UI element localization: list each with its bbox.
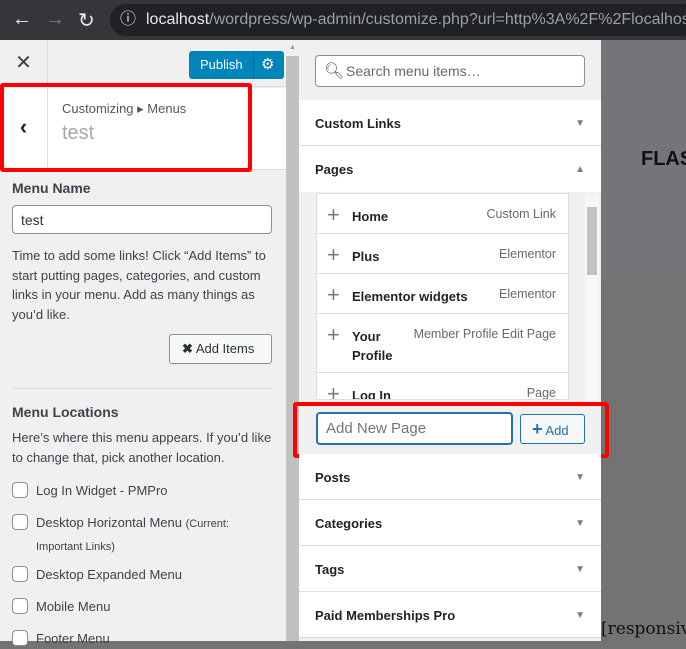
caret-down-icon: ▼ [575,564,585,575]
caret-down-icon: ▼ [575,472,585,483]
location-checkbox[interactable] [12,482,28,498]
browser-toolbar: ← → ↻ ⓘ localhost/wordpress/wp-admin/cust… [0,0,686,40]
location-checkbox[interactable] [12,566,28,582]
divider [12,388,272,389]
menu-locations-description: Here’s where this menu appears. If you’d… [12,430,272,465]
close-icon: ✖ [182,341,193,356]
location-checkbox[interactable] [12,630,28,646]
caret-up-icon: ▲ [575,164,585,175]
section-paid-memberships-pro[interactable]: Paid Memberships Pro ▼ [299,592,601,638]
info-icon: ⓘ [120,11,137,28]
plus-icon: + [327,242,340,267]
section-pages[interactable]: Pages ▲ [299,146,601,192]
section-categories[interactable]: Categories ▼ [299,500,601,546]
plus-icon: + [327,322,340,347]
reload-icon[interactable]: ↻ [78,8,95,33]
location-checkbox[interactable] [12,598,28,614]
section-custom-links[interactable]: Custom Links ▼ [299,100,601,146]
customizer-sidebar: ✕ Publish ⚙ ‹ Customizing ▸ Menus test M… [0,40,286,646]
caret-down-icon: ▼ [575,118,585,129]
close-icon[interactable]: ✕ [0,40,48,87]
list-item[interactable]: + Home Custom Link [317,194,568,234]
caret-down-icon: ▼ [575,610,585,621]
menu-locations-title: Menu Locations [12,404,119,420]
plus-icon: + [327,202,340,227]
list-item[interactable]: + Elementor widgets Elementor [317,274,568,314]
gear-icon[interactable]: ⚙ [261,55,274,73]
preview-shortcode-text: [responsiv [601,619,686,639]
sidebar-scrollbar[interactable]: ▲ [286,40,299,641]
section-tags[interactable]: Tags ▼ [299,546,601,592]
publish-button[interactable]: Publish ⚙ [189,51,284,79]
menu-name-label: Menu Name [12,180,91,196]
plus-icon: + [327,381,340,400]
highlight-box [293,402,609,458]
pages-list: + Home Custom Link + Plus Elementor + Element… [316,193,569,400]
forward-icon[interactable]: → [45,8,65,31]
add-items-button[interactable]: ✖ Add Items [169,334,272,364]
search-icon: 🔍︎ [324,63,345,80]
list-item[interactable]: + Your Profile Member Profile Edit Page [317,314,568,373]
list-item[interactable]: + Plus Elementor [317,234,568,274]
url-bar[interactable]: ⓘ localhost/wordpress/wp-admin/customize.… [110,4,686,36]
location-checkbox[interactable] [12,514,28,530]
section-posts[interactable]: Posts ▼ [299,454,601,500]
highlight-box [0,83,252,172]
plus-icon: + [327,282,340,307]
caret-down-icon: ▼ [575,518,585,529]
list-item[interactable]: + Log In Page [317,373,568,400]
site-preview: FLAS [601,40,686,280]
pages-scrollbar[interactable] [585,193,599,400]
menu-name-input[interactable] [12,205,272,234]
menu-name-description: Time to add some links! Click “Add Items… [12,248,266,322]
available-menu-items: 🔍︎ Search menu items… Custom Links ▼ Page… [293,40,609,641]
search-input[interactable]: 🔍︎ Search menu items… [315,55,585,87]
back-icon[interactable]: ← [12,8,32,31]
